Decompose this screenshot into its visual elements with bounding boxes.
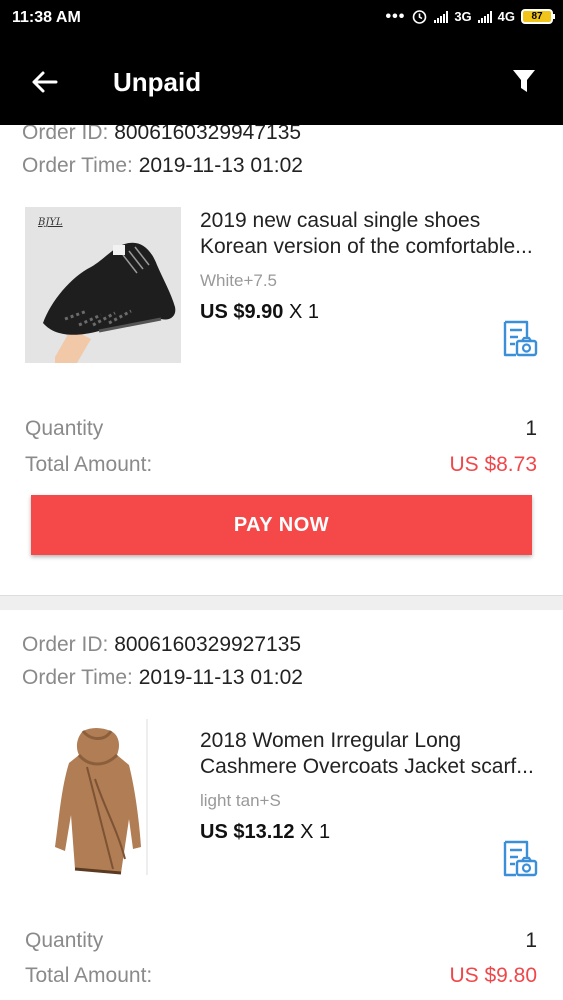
- product-price: US $13.12: [200, 821, 295, 843]
- order-list[interactable]: Order ID: 8006160329947135 Order Time: 2…: [0, 125, 563, 1000]
- receipt-camera-icon: [503, 320, 538, 357]
- more-dots-icon: •••: [385, 7, 406, 25]
- product-qty: X 1: [288, 301, 319, 323]
- alarm-icon: [413, 10, 427, 24]
- product-title-line2: Korean version of the comfortable...: [200, 235, 533, 258]
- product-image[interactable]: [25, 719, 181, 875]
- filter-icon: [513, 70, 535, 92]
- order-time-value: 2019-11-13 01:02: [138, 666, 303, 689]
- status-time: 11:38 AM: [12, 9, 81, 26]
- coat-image: [25, 719, 181, 875]
- pay-now-button[interactable]: PAY NOW: [31, 495, 532, 555]
- total-row: Total Amount: US $9.80: [25, 964, 537, 988]
- signal-icon-2: [477, 10, 492, 23]
- order-id-line: Order ID: 8006160329947135: [22, 125, 301, 145]
- order-time-line: Order Time: 2019-11-13 01:02: [22, 666, 303, 690]
- signal-icon: [434, 10, 449, 23]
- back-button[interactable]: [28, 66, 60, 98]
- order-id-value: 8006160329927135: [114, 633, 302, 656]
- page-title: Unpaid: [113, 67, 202, 97]
- network-3g-label: 3G: [454, 9, 472, 24]
- image-brand-text: BJYL: [37, 217, 63, 228]
- status-bar: 11:38 AM ••• 3G 4G 87: [0, 0, 563, 38]
- quantity-row: Quantity 1: [25, 417, 537, 441]
- network-4g-label: 4G: [497, 9, 515, 24]
- product-price-line: US $13.12 X 1: [200, 821, 330, 844]
- quantity-row: Quantity 1: [25, 929, 537, 953]
- filter-button[interactable]: [509, 66, 539, 96]
- product-title-line1: 2018 Women Irregular Long: [200, 729, 462, 752]
- arrow-left-icon: [32, 71, 58, 93]
- app-bar: Unpaid: [0, 38, 563, 125]
- order-id-value: 8006160329947135: [114, 125, 302, 144]
- snapshot-button[interactable]: [499, 839, 539, 879]
- battery-icon: 87: [521, 9, 555, 24]
- product-image[interactable]: BJYL: [25, 207, 181, 363]
- order-time-label: Order Time:: [22, 154, 133, 177]
- product-title-line2: Cashmere Overcoats Jacket scarf...: [200, 755, 534, 778]
- order-id-line: Order ID: 8006160329927135: [22, 633, 301, 657]
- product-variant: White+7.5: [200, 271, 278, 290]
- card-divider: [0, 595, 563, 610]
- product-qty: X 1: [300, 821, 331, 843]
- product-price: US $9.90: [200, 301, 284, 323]
- shoe-image: BJYL: [25, 207, 181, 363]
- product-title-line1: 2019 new casual single shoes: [200, 209, 481, 232]
- total-row: Total Amount: US $8.73: [25, 453, 537, 477]
- total-value: US $8.73: [449, 453, 537, 476]
- receipt-camera-icon: [503, 840, 538, 877]
- order-id-label: Order ID:: [22, 633, 109, 656]
- quantity-label: Quantity: [25, 929, 104, 952]
- order-time-value: 2019-11-13 01:02: [138, 154, 303, 177]
- product-title[interactable]: 2018 Women Irregular Long Cashmere Overc…: [200, 728, 540, 780]
- quantity-value: 1: [525, 929, 537, 952]
- quantity-label: Quantity: [25, 417, 104, 440]
- snapshot-button[interactable]: [499, 319, 539, 359]
- product-price-line: US $9.90 X 1: [200, 301, 319, 324]
- total-value: US $9.80: [449, 964, 537, 987]
- product-variant: light tan+S: [200, 791, 281, 810]
- order-id-label: Order ID:: [22, 125, 109, 144]
- order-time-label: Order Time:: [22, 666, 133, 689]
- quantity-value: 1: [525, 417, 537, 440]
- product-title[interactable]: 2019 new casual single shoes Korean vers…: [200, 208, 540, 260]
- order-card: Order ID: 8006160329927135 Order Time: 2…: [0, 627, 563, 1000]
- order-time-line: Order Time: 2019-11-13 01:02: [22, 154, 303, 178]
- status-icons: ••• 3G 4G 87: [385, 7, 555, 25]
- total-label: Total Amount:: [25, 964, 153, 987]
- order-card: Order ID: 8006160329947135 Order Time: 2…: [0, 125, 563, 583]
- total-label: Total Amount:: [25, 453, 153, 476]
